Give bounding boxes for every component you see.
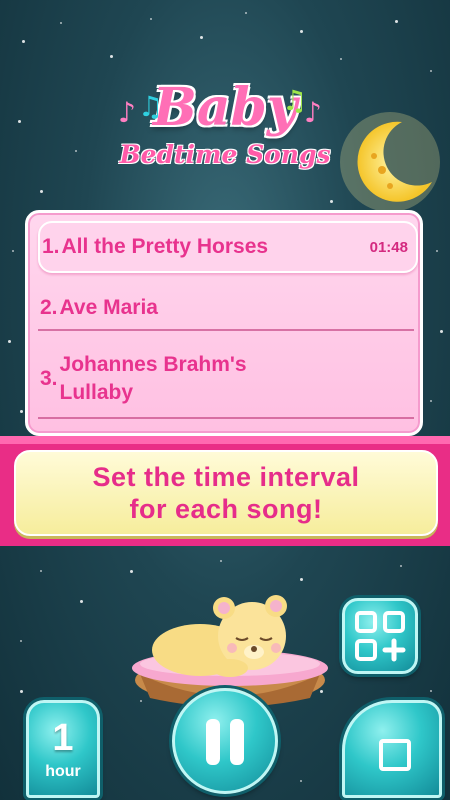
music-note-icon: ♪: [118, 96, 136, 129]
grid-plus-icon: [355, 611, 406, 662]
divider: [38, 417, 414, 419]
add-playlist-button[interactable]: [342, 598, 418, 674]
song-duration: 01:48: [369, 238, 408, 256]
svg-text:z: z: [120, 588, 127, 593]
banner-line-2: for each song!: [129, 494, 323, 524]
music-note-icon: ♫: [138, 90, 164, 123]
stop-icon: [379, 739, 411, 771]
play-pause-button[interactable]: [172, 688, 278, 794]
sleep-timer-button[interactable]: 1 hour: [26, 700, 100, 798]
song-item-2[interactable]: 2. Ave Maria: [38, 283, 418, 333]
banner-line-1: Set the time interval: [92, 462, 360, 492]
moon-icon: [340, 112, 440, 212]
song-title: Johannes Brahm's Lullaby: [59, 353, 247, 404]
song-number: 1.: [42, 235, 60, 258]
song-title: Ave Maria: [59, 296, 158, 319]
divider: [38, 329, 414, 331]
song-playlist: 1. All the Pretty Horses 01:48 2. Ave Ma…: [25, 210, 423, 436]
music-note-icon: ♪: [304, 96, 322, 129]
song-number: 3.: [40, 367, 58, 390]
stop-button[interactable]: [342, 700, 442, 798]
timer-unit: hour: [45, 763, 81, 780]
song-item-3[interactable]: 3. Johannes Brahm's Lullaby: [38, 343, 418, 415]
song-number: 2.: [40, 296, 58, 319]
song-item-1[interactable]: 1. All the Pretty Horses 01:48: [38, 221, 418, 273]
song-title: All the Pretty Horses: [61, 235, 269, 258]
tip-banner[interactable]: Set the time interval for each song!: [14, 450, 438, 536]
timer-value: 1: [52, 717, 74, 759]
